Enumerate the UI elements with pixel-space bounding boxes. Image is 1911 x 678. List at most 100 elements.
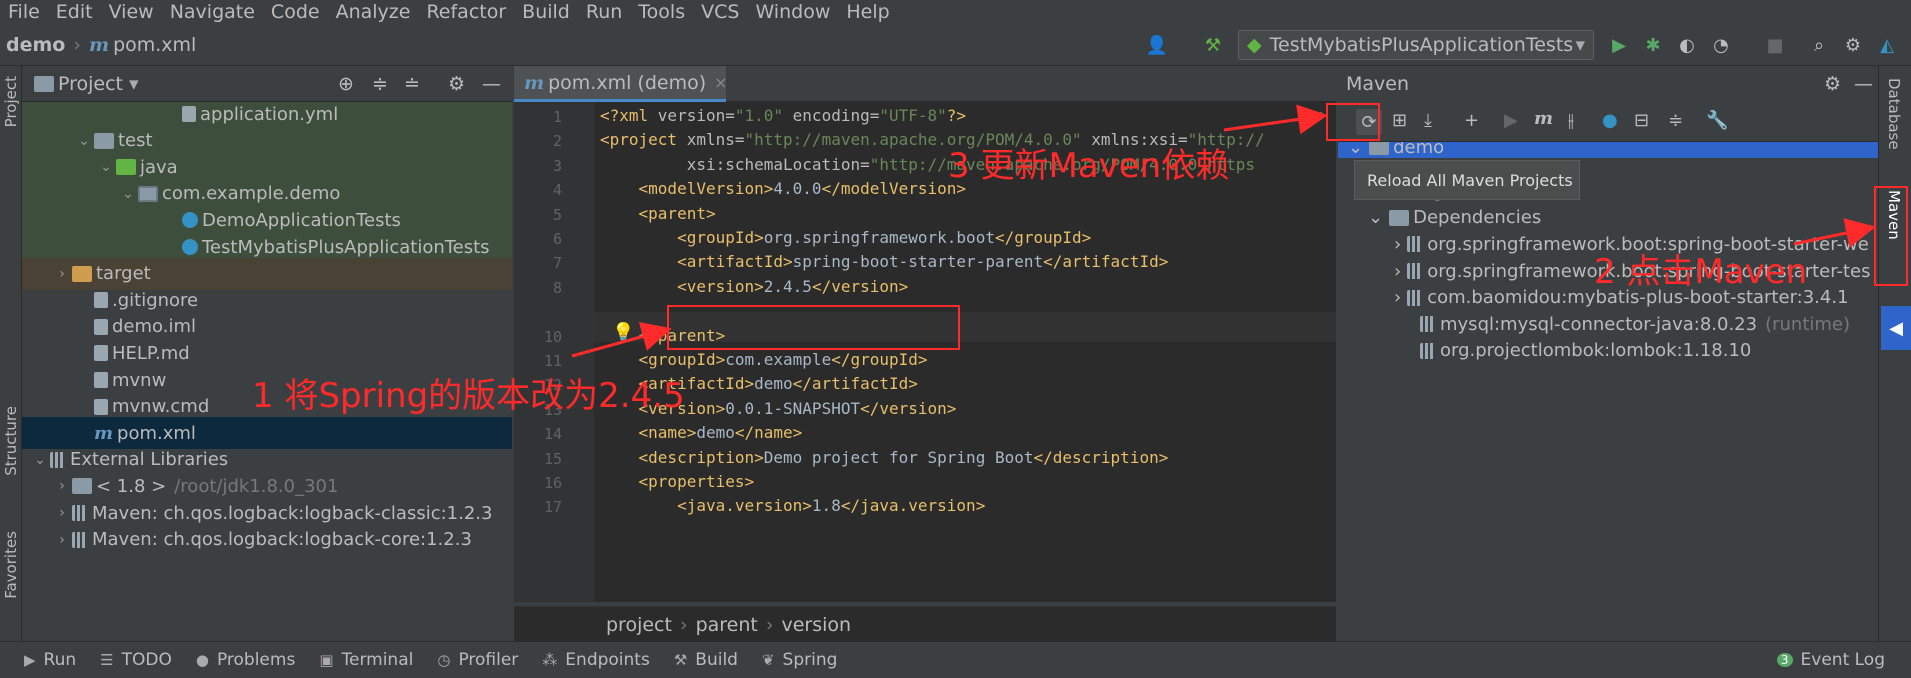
menu-view[interactable]: View [101, 1, 162, 23]
maven-tree-item[interactable]: org.projectlombok:lombok:1.18.10 [1338, 335, 1878, 367]
chevron-down-icon[interactable]: ⌄ [1368, 207, 1383, 228]
stop-icon[interactable]: ■ [1762, 32, 1788, 58]
chevron-right-icon[interactable]: › [52, 266, 72, 282]
toolbox-icon[interactable]: ◭ [1874, 32, 1900, 58]
menu-vcs[interactable]: VCS [693, 1, 747, 23]
project-tool-button[interactable]: Project [2, 76, 20, 127]
chevron-right-icon[interactable]: › [52, 478, 72, 494]
menu-file[interactable]: File [0, 1, 48, 23]
run-icon[interactable]: ▶ [1606, 32, 1632, 58]
tree-item-label: Maven: ch.qos.logback:logback-classic:1.… [92, 502, 493, 524]
chevron-right-icon[interactable]: › [52, 505, 72, 521]
chevron-right-icon[interactable]: › [52, 532, 72, 548]
hide-icon[interactable]: — [482, 73, 501, 95]
user-icon[interactable]: 👤 [1144, 32, 1170, 58]
chevron-down-icon[interactable]: ⌄ [96, 159, 116, 175]
coverage-icon[interactable]: ◐ [1674, 32, 1700, 58]
tool-window-terminal[interactable]: ▣ Terminal [319, 650, 413, 670]
breadcrumb: demo › m pom.xml [0, 34, 196, 56]
tree-item-label: pom.xml [117, 422, 196, 444]
chevron-down-icon[interactable]: ⌄ [1348, 142, 1363, 158]
debug-icon[interactable]: ✱ [1640, 32, 1666, 58]
toggle-offline-icon[interactable]: ⫲ [1568, 110, 1574, 131]
gear-icon[interactable]: ⚙ [448, 73, 465, 95]
tool-window-endpoints[interactable]: ⁂ Endpoints [542, 650, 650, 670]
menu-window[interactable]: Window [747, 1, 838, 23]
skip-tests-icon[interactable]: ● [1602, 110, 1618, 131]
tool-window-profiler[interactable]: ◷ Profiler [437, 650, 518, 670]
execute-goal-icon[interactable]: m [1534, 108, 1553, 129]
editor-breadcrumb-item[interactable]: project [606, 614, 672, 636]
chevron-right-icon[interactable]: › [1394, 234, 1401, 255]
menu-navigate[interactable]: Navigate [162, 1, 263, 23]
favorites-tool-button[interactable]: Favorites [2, 531, 20, 599]
hide-icon[interactable]: — [1854, 73, 1873, 95]
code-token: </version> [860, 398, 957, 418]
editor-breadcrumb-item[interactable]: version [781, 614, 851, 636]
code-token: </artifactId> [792, 374, 918, 394]
run-configuration-label: TestMybatisPlusApplicationTests [1269, 34, 1574, 56]
gear-icon[interactable]: ⚙ [1824, 73, 1841, 95]
chevron-down-icon[interactable]: ⌄ [118, 186, 138, 202]
breadcrumb-project[interactable]: demo [6, 34, 65, 56]
project-panel-title[interactable]: Project [58, 73, 123, 95]
locate-icon[interactable]: ⊕ [338, 73, 354, 95]
menu-code[interactable]: Code [263, 1, 328, 23]
expand-all-icon[interactable]: ≑ [372, 73, 388, 95]
menu-run[interactable]: Run [578, 1, 630, 23]
wrench-icon[interactable]: 🔧 [1706, 110, 1728, 131]
code-token: </description> [1033, 447, 1169, 467]
database-tool-button[interactable]: Database [1885, 78, 1903, 150]
build-hammer-icon[interactable]: ⚒ [1200, 32, 1226, 58]
tree-item-label: mvnw [112, 369, 167, 391]
maven-tree-item[interactable]: ⌄ demo [1338, 142, 1878, 158]
check-icon: ✔ [1310, 108, 1325, 128]
run-configuration-select[interactable]: ◆ TestMybatisPlusApplicationTests ▾ [1238, 30, 1594, 60]
tool-window-todo[interactable]: ☰ TODO [100, 650, 172, 670]
chevron-right-icon[interactable]: › [1394, 261, 1401, 282]
chevron-down-icon[interactable]: ▾ [129, 73, 139, 95]
menu-refactor[interactable]: Refactor [418, 1, 514, 23]
code-token: <modelVersion> [600, 179, 774, 199]
line-number: 15 [543, 449, 562, 468]
download-icon[interactable]: ⤓ [1424, 110, 1432, 131]
tool-window-label: Endpoints [565, 650, 650, 670]
tool-window-build[interactable]: ⚒ Build [674, 650, 738, 670]
collapse-panel-icon[interactable]: ◀ [1881, 306, 1911, 350]
menu-tools[interactable]: Tools [630, 1, 693, 23]
gear-icon[interactable]: ⚙ [1840, 32, 1866, 58]
code-token: </java.version> [840, 496, 986, 516]
code-token: <?xml [600, 106, 658, 125]
plus-icon[interactable]: + [1464, 110, 1479, 131]
event-log-button[interactable]: 3 Event Log [1776, 650, 1885, 670]
lightbulb-icon[interactable]: 💡 [612, 322, 634, 343]
chevron-down-icon[interactable]: ⌄ [30, 452, 50, 468]
tool-window-spring[interactable]: ❦ Spring [762, 650, 837, 670]
search-icon[interactable]: ⌕ [1806, 32, 1832, 58]
annotation-box-reload [1326, 103, 1380, 141]
editor-breadcrumb-item[interactable]: parent [696, 614, 758, 636]
code-line: <version>2.4.5</version> [600, 277, 908, 296]
chevron-right-icon[interactable]: › [1394, 287, 1401, 308]
event-log-label: Event Log [1800, 650, 1885, 670]
breadcrumb-file[interactable]: pom.xml [113, 34, 196, 56]
menu-help[interactable]: Help [838, 1, 897, 23]
menu-analyze[interactable]: Analyze [328, 1, 419, 23]
code-line: <?xml version="1.0" encoding="UTF-8"?> [600, 106, 966, 125]
code-token: </artifactId> [1043, 252, 1169, 272]
profile-icon[interactable]: ◔ [1708, 32, 1734, 58]
chevron-down-icon[interactable]: ⌄ [74, 133, 94, 149]
structure-tool-button[interactable]: Structure [2, 406, 20, 476]
tree-item[interactable]: › Maven: ch.qos.logback:logback-core:1.2.… [22, 524, 512, 556]
tool-window-run[interactable]: ▶ Run [24, 650, 76, 670]
tool-window-problems[interactable]: ● Problems [196, 650, 295, 670]
collapse-all-icon[interactable]: ≐ [404, 73, 420, 95]
add-maven-project-icon[interactable]: ⊞ [1392, 110, 1407, 131]
collapse-all-icon[interactable]: ≑ [1668, 110, 1683, 131]
close-icon[interactable]: × [714, 73, 727, 92]
menu-build[interactable]: Build [514, 1, 578, 23]
menu-edit[interactable]: Edit [48, 1, 101, 23]
run-icon[interactable]: ▶ [1504, 110, 1518, 131]
tab-pom-xml[interactable]: m pom.xml (demo) × [514, 66, 728, 102]
show-dependencies-icon[interactable]: ⊟ [1634, 110, 1649, 131]
